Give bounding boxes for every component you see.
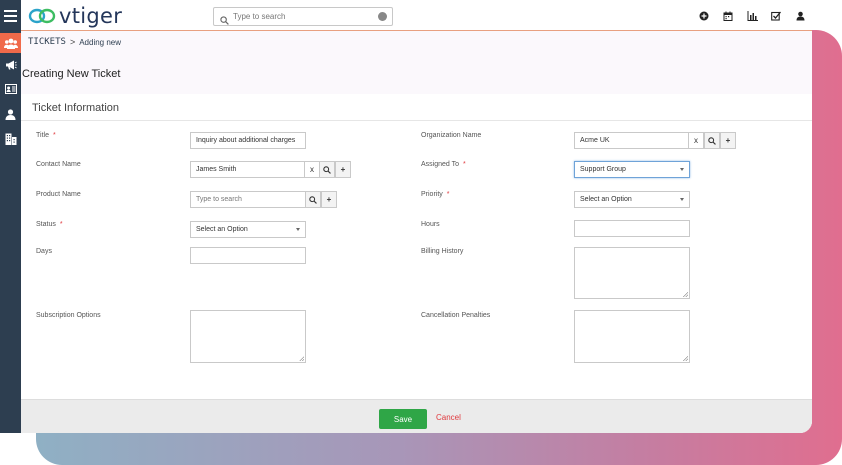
hours-field[interactable] — [574, 220, 690, 237]
person-icon[interactable] — [0, 104, 21, 124]
days-label: Days — [36, 248, 52, 255]
organization-clear-button[interactable]: x — [688, 132, 704, 149]
section-title: Ticket Information — [32, 102, 120, 114]
organization-name-label: Organization Name — [421, 132, 482, 139]
search-icon — [323, 165, 331, 174]
search-dropdown-icon[interactable] — [378, 12, 387, 21]
status-label: Status * — [36, 221, 63, 228]
header-band: TICKETS > Adding new Creating New Ticket — [21, 31, 812, 94]
hours-label: Hours — [421, 221, 440, 228]
search-icon — [309, 195, 317, 204]
id-card-icon[interactable] — [0, 79, 21, 99]
resize-handle-icon[interactable] — [299, 356, 304, 361]
chevron-down-icon — [680, 168, 684, 171]
status-select[interactable]: Select an Option — [190, 221, 306, 238]
chevron-down-icon — [680, 198, 684, 201]
bar-chart-icon[interactable] — [740, 9, 764, 23]
contact-name-label: Contact Name — [36, 161, 81, 168]
contact-add-button[interactable]: + — [335, 161, 351, 178]
logo-text: vtiger — [59, 4, 123, 28]
assigned-to-value: Support Group — [580, 166, 626, 173]
main-content: TICKETS > Adding new Creating New Ticket… — [21, 31, 812, 433]
page-title: Creating New Ticket — [22, 68, 121, 80]
organization-add-button[interactable]: + — [720, 132, 736, 149]
cancel-link[interactable]: Cancel — [436, 413, 461, 422]
plus-circle-icon[interactable] — [692, 9, 716, 23]
cancellation-penalties-label: Cancellation Penalties — [421, 312, 491, 319]
checkbox-icon[interactable] — [764, 9, 788, 23]
search-icon — [220, 12, 229, 30]
resize-handle-icon[interactable] — [683, 292, 688, 297]
user-icon[interactable] — [788, 9, 812, 23]
form-panel: Ticket Information Title * Inquiry about … — [21, 94, 812, 394]
resize-handle-icon[interactable] — [683, 356, 688, 361]
assigned-to-select[interactable]: Support Group — [574, 161, 690, 178]
subscription-options-textarea[interactable] — [190, 310, 306, 363]
sidebar — [0, 31, 21, 433]
chevron-down-icon — [296, 228, 300, 231]
building-icon[interactable] — [0, 129, 21, 149]
logo[interactable]: vtiger — [28, 4, 122, 28]
days-field[interactable] — [190, 247, 306, 264]
form-footer: Save Cancel — [21, 399, 812, 433]
breadcrumb-current: Adding new — [79, 37, 122, 47]
priority-select-value: Select an Option — [580, 196, 632, 203]
contact-search-button[interactable] — [319, 161, 335, 178]
status-select-value: Select an Option — [196, 226, 248, 233]
contact-name-field[interactable]: James Smith — [190, 161, 306, 178]
search-icon — [708, 136, 716, 145]
title-field[interactable]: Inquiry about additional charges — [190, 132, 306, 149]
assigned-to-label: Assigned To * — [421, 161, 466, 168]
product-name-field[interactable]: Type to search — [190, 191, 306, 208]
product-search-button[interactable] — [305, 191, 321, 208]
billing-history-label: Billing History — [421, 248, 464, 255]
organization-search-button[interactable] — [704, 132, 720, 149]
global-search[interactable]: Type to search — [213, 7, 393, 26]
save-button[interactable]: Save — [379, 409, 427, 429]
contacts-icon[interactable] — [0, 33, 21, 53]
organization-name-field[interactable]: Acme UK — [574, 132, 690, 149]
breadcrumb: TICKETS > Adding new — [28, 37, 121, 47]
breadcrumb-module-link[interactable]: TICKETS — [28, 37, 66, 47]
section-header: Ticket Information — [21, 94, 812, 121]
billing-history-textarea[interactable] — [574, 247, 690, 299]
top-bar: vtiger Type to search — [0, 0, 812, 31]
priority-label: Priority * — [421, 191, 450, 198]
search-input[interactable]: Type to search — [233, 12, 285, 21]
subscription-options-label: Subscription Options — [36, 312, 101, 319]
app-window: vtiger Type to search TICKETS > Adding n… — [0, 0, 812, 433]
product-name-label: Product Name — [36, 191, 81, 198]
top-actions — [692, 9, 812, 23]
cancellation-penalties-textarea[interactable] — [574, 310, 690, 363]
calendar-icon[interactable] — [716, 9, 740, 23]
priority-select[interactable]: Select an Option — [574, 191, 690, 208]
title-label: Title * — [36, 132, 56, 139]
megaphone-icon[interactable] — [0, 55, 21, 75]
menu-icon[interactable] — [0, 0, 21, 31]
breadcrumb-separator: > — [69, 37, 76, 47]
logo-icon — [28, 6, 56, 26]
product-add-button[interactable]: + — [321, 191, 337, 208]
contact-clear-button[interactable]: x — [304, 161, 320, 178]
stage: vtiger Type to search TICKETS > Adding n… — [0, 0, 842, 465]
